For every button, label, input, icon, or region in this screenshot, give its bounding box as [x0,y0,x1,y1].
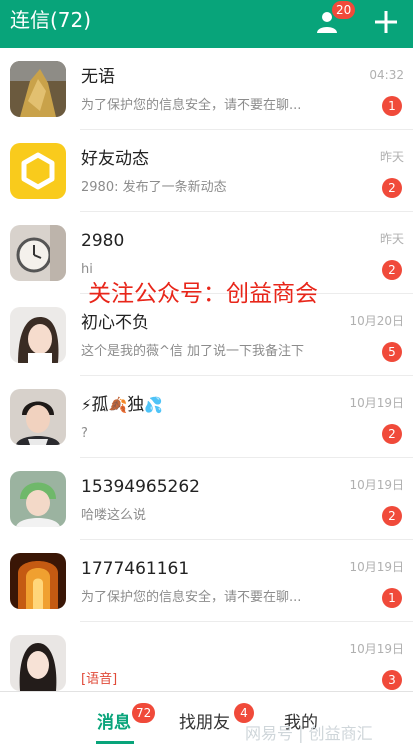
conversation-row[interactable]: 1777461161 为了保护您的信息安全，请不要在聊... 10月19日 1 [0,540,413,622]
conversation-row[interactable]: 15394965262 哈喽这么说 10月19日 2 [0,458,413,540]
conversation-name: 无语 [81,67,115,87]
unread-badge: 1 [382,588,402,608]
avatar [10,553,66,609]
conversation-list: 无语 为了保护您的信息安全，请不要在聊... 04:32 1 好友动态 2980… [0,48,413,691]
unread-badge: 2 [382,178,402,198]
conversation-name: 1777461161 [81,559,190,579]
avatar [10,389,66,445]
conversation-time: 10月19日 [349,642,404,656]
conversation-name: ⚡孤🍂独💦 [81,395,163,415]
conversation-time: 10月20日 [349,314,404,328]
add-button[interactable] [372,8,400,36]
conversation-preview: 为了保护您的信息安全，请不要在聊... [81,590,302,605]
conversation-preview: hi [81,262,93,277]
unread-badge: 2 [382,506,402,526]
conversation-name: 初心不负 [81,313,149,333]
conversation-preview: [语音] [81,672,118,687]
tab-messages[interactable]: 消息 [97,712,131,734]
avatar [10,61,66,117]
tab-find-friends[interactable]: 找朋友 [179,712,230,734]
conversation-time: 10月19日 [349,478,404,492]
conversation-time: 10月19日 [349,560,404,574]
avatar [10,307,66,363]
conversation-name: 2980 [81,231,125,251]
plus-icon [375,11,397,33]
watermark-text: 关注公众号：创益商会 [88,281,318,307]
unread-badge: 3 [382,670,402,690]
unread-badge: 1 [382,96,402,116]
active-tab-indicator [96,741,134,744]
conversation-time: 昨天 [379,150,404,164]
moments-icon [10,143,66,199]
conversation-name: 15394965262 [81,477,200,497]
conversation-name: 好友动态 [81,149,149,169]
conversation-preview: 为了保护您的信息安全，请不要在聊... [81,98,302,113]
page-title: 连信(72) [10,8,92,32]
conversation-row[interactable]: 无语 为了保护您的信息安全，请不要在聊... 04:32 1 [0,48,413,130]
app-header: 连信(72) 20 [0,0,413,48]
avatar [10,225,66,281]
unread-badge: 2 [382,424,402,444]
conversation-preview: 这个是我的薇^信 加了说一下我备注下 [81,344,305,359]
unread-badge: 2 [382,260,402,280]
contacts-badge: 20 [332,1,356,19]
conversation-preview: 哈喽这么说 [81,508,147,523]
conversation-row[interactable]: [语音] 10月19日 3 [0,622,413,691]
messages-badge: 72 [132,703,156,723]
avatar [10,471,66,527]
conversation-preview: ? [81,426,88,441]
conversation-time: 04:32 [369,68,404,82]
conversation-row[interactable]: ⚡孤🍂独💦 ? 10月19日 2 [0,376,413,458]
conversation-time: 昨天 [379,232,404,246]
conversation-preview: 2980: 发布了一条新动态 [81,180,227,195]
conversation-time: 10月19日 [349,396,404,410]
conversation-row[interactable]: 好友动态 2980: 发布了一条新动态 昨天 2 [0,130,413,212]
bottom-nav: 消息 72 找朋友 4 我的 网易号 | 创益商汇 [0,691,413,750]
unread-badge: 5 [382,342,402,362]
footer-watermark: 网易号 | 创益商汇 [245,724,373,743]
avatar [10,635,66,691]
